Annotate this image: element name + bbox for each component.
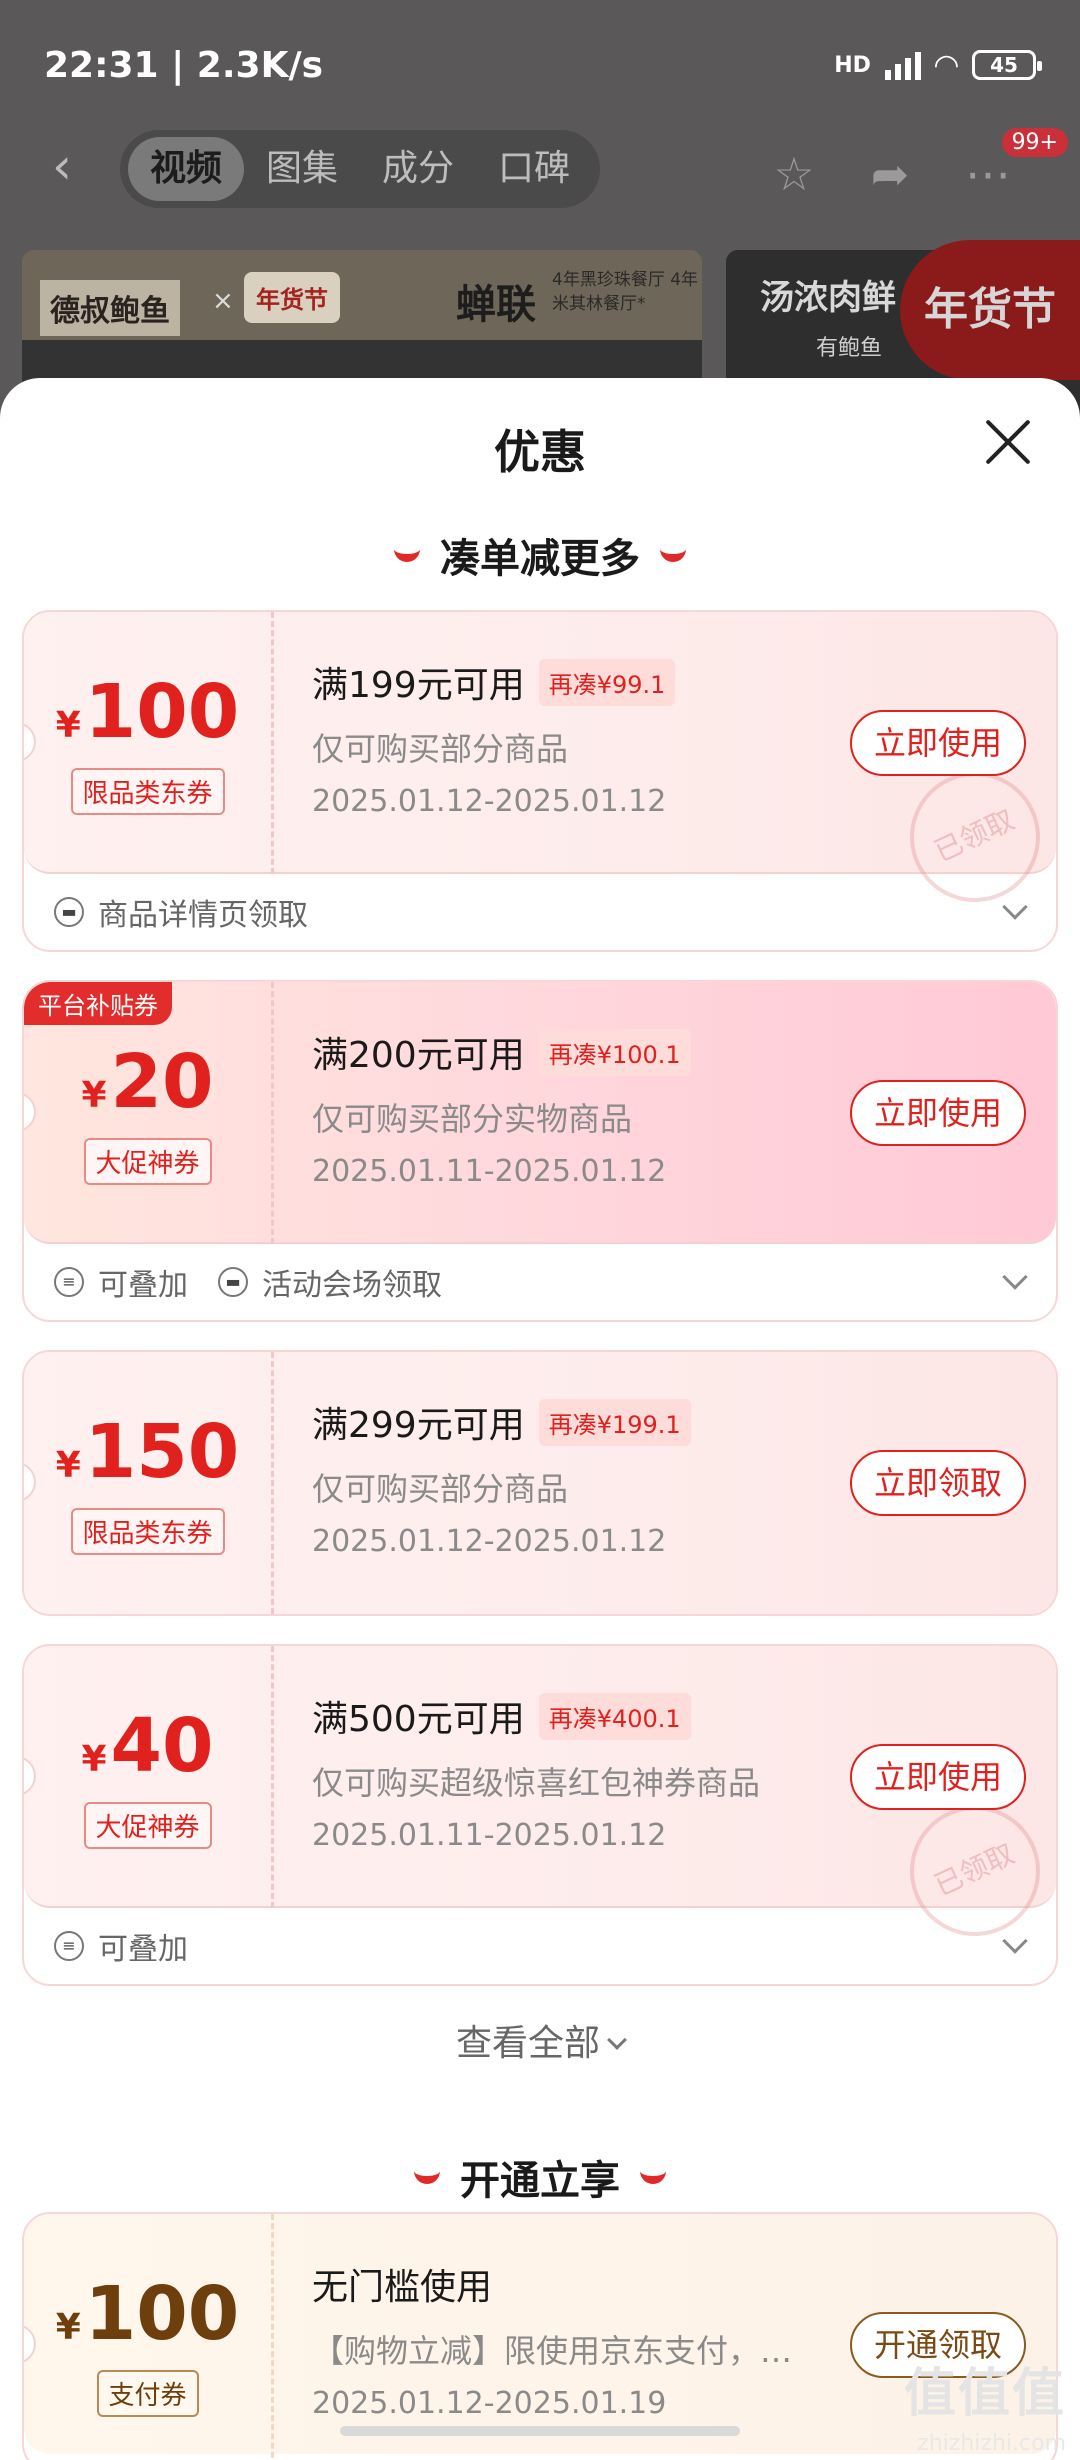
coupon-date: 2025.01.12-2025.01.19 <box>312 2386 667 2421</box>
coupon-description: 仅可购买部分商品 <box>312 1470 569 1508</box>
sheet-title: 优惠 <box>494 425 586 479</box>
coupon-type-tag: 限品类东券 <box>70 1508 225 1555</box>
coupon-amount: ¥100 <box>55 669 240 755</box>
claim-now-button[interactable]: 立即领取 <box>850 1450 1026 1516</box>
stack-icon: ≡ <box>54 1267 84 1297</box>
coupon-footer[interactable]: ≡ 可叠加 <box>24 1908 1056 1984</box>
festival-tag: 年货节 <box>244 272 340 323</box>
coupon-gap-tag: 再凑¥199.1 <box>538 1398 691 1446</box>
coupon-card: ¥40 大促神券 满500元可用 再凑¥400.1 仅可购买超级惊喜红包神券商品 … <box>22 1644 1058 1986</box>
chevron-down-icon[interactable] <box>1002 1264 1028 1290</box>
stackable-label: 可叠加 <box>98 1268 188 1303</box>
tab-gallery[interactable]: 图集 <box>244 137 360 201</box>
coupon-type-tag: 大促神券 <box>83 1802 212 1849</box>
ticket-icon: ▬ <box>54 897 84 927</box>
coupon-type-tag: 大促神券 <box>83 1138 212 1185</box>
tab-ingredients[interactable]: 成分 <box>360 137 476 201</box>
coupon-sheet: 优惠 凑单减更多 ¥100 限品类东券 满199元可用 再凑¥99.1 仅可购买部… <box>0 378 1080 2460</box>
media-tabs: 视频 图集 成分 口碑 <box>120 130 601 208</box>
close-icon[interactable] <box>980 414 1036 470</box>
stackable-label: 可叠加 <box>98 1932 188 1967</box>
coupon-condition: 满500元可用 <box>312 1699 525 1740</box>
coupon-gap-tag: 再凑¥100.1 <box>538 1028 691 1076</box>
coupon-condition: 满199元可用 <box>312 665 525 706</box>
banner-title: 蝉联 <box>456 282 536 328</box>
chevron-down-icon[interactable] <box>1002 894 1028 920</box>
use-now-button[interactable]: 立即使用 <box>850 710 1026 776</box>
hd-label: HD <box>834 52 871 78</box>
coupon-footer[interactable]: ▬ 商品详情页领取 <box>24 874 1056 950</box>
use-now-button[interactable]: 立即使用 <box>850 1080 1026 1146</box>
coupon-description: 仅可购买超级惊喜红包神券商品 <box>312 1764 761 1802</box>
banner-subtitle: 4年黑珍珠餐厅 4年米其林餐厅* <box>552 270 699 314</box>
chevron-down-icon <box>607 2030 627 2050</box>
coupon-gap-tag: 再凑¥99.1 <box>538 658 676 706</box>
tab-video[interactable]: 视频 <box>128 137 245 201</box>
banner2-subtitle: 有鲍鱼 <box>816 336 883 361</box>
use-now-button[interactable]: 立即使用 <box>850 1744 1026 1810</box>
coupon-gap-tag: 再凑¥400.1 <box>538 1692 691 1740</box>
star-icon[interactable]: ☆ <box>766 146 822 202</box>
product-page-background: 22:31 | 2.3K/s HD ◠ 45 ‹ 视频 图集 成分 口碑 ☆ ➦… <box>0 0 1080 420</box>
share-icon[interactable]: ➦ <box>862 146 918 202</box>
payment-coupon-card: ¥100 支付券 无门槛使用 【购物立减】限使用京东支付，核… 2025.01.… <box>22 2212 1058 2460</box>
brand-logo: 德叔鲍鱼 <box>40 280 180 336</box>
coupon-condition: 满200元可用 <box>312 1035 525 1076</box>
chevron-down-icon[interactable] <box>1002 1928 1028 1954</box>
coupon-source: 活动会场领取 <box>262 1268 442 1303</box>
coupon-type-tag: 支付券 <box>96 2370 199 2417</box>
battery-icon: 45 <box>972 50 1042 80</box>
coupon-date: 2025.01.12-2025.01.12 <box>312 784 667 819</box>
wifi-icon: ◠ <box>934 47 958 83</box>
watermark-url: zhizhizhi.com <box>917 2431 1066 2456</box>
signal-icon <box>884 50 921 80</box>
coupon-description: 仅可购买部分商品 <box>312 730 569 768</box>
coupon-date: 2025.01.12-2025.01.12 <box>312 1524 667 1559</box>
section-title-activate: 开通立享 <box>0 2148 1080 2206</box>
platform-subsidy-label: 平台补贴券 <box>24 982 172 1025</box>
back-icon[interactable]: ‹ <box>52 141 92 191</box>
coupon-card: ¥100 限品类东券 满199元可用 再凑¥99.1 仅可购买部分商品 2025.… <box>22 610 1058 952</box>
coupon-description: 【购物立减】限使用京东支付，核… <box>312 2332 812 2370</box>
coupon-date: 2025.01.11-2025.01.12 <box>312 1154 667 1189</box>
coupon-date: 2025.01.11-2025.01.12 <box>312 1818 667 1853</box>
coupon-condition: 无门槛使用 <box>312 2267 493 2308</box>
festival-badge: 年货节 <box>900 240 1080 380</box>
coupon-type-tag: 限品类东券 <box>70 768 225 815</box>
ticket-icon: ▬ <box>218 1267 248 1297</box>
status-bar: 22:31 | 2.3K/s HD ◠ 45 <box>44 40 1042 90</box>
home-indicator[interactable] <box>340 2426 740 2436</box>
status-time: 22:31 | 2.3K/s <box>44 44 324 86</box>
coupon-amount: ¥100 <box>55 2271 240 2357</box>
coupon-amount: ¥40 <box>81 1703 214 1789</box>
coupon-description: 仅可购买部分实物商品 <box>312 1100 633 1138</box>
section-title-more-savings: 凑单减更多 <box>0 526 1080 584</box>
watermark: 值值值 <box>903 2364 1066 2424</box>
message-badge: 99+ <box>1001 128 1068 157</box>
coupon-card: ¥20 大促神券 平台补贴券 满200元可用 再凑¥100.1 仅可购买部分实物商… <box>22 980 1058 1322</box>
stack-icon: ≡ <box>54 1931 84 1961</box>
coupon-card: ¥150 限品类东券 满299元可用 再凑¥199.1 仅可购买部分商品 2025… <box>22 1350 1058 1616</box>
view-all-link[interactable]: 查看全部 <box>0 2014 1080 2066</box>
coupon-source: 商品详情页领取 <box>98 898 308 933</box>
coupon-condition: 满299元可用 <box>312 1405 525 1446</box>
tab-reviews[interactable]: 口碑 <box>476 137 592 201</box>
coupon-amount: ¥150 <box>55 1409 240 1495</box>
top-nav: ‹ 视频 图集 成分 口碑 ☆ ➦ ⋯ 99+ <box>0 128 1080 208</box>
coupon-footer[interactable]: ≡ 可叠加 ▬ 活动会场领取 <box>24 1244 1056 1320</box>
coupon-amount: ¥20 <box>81 1039 214 1125</box>
